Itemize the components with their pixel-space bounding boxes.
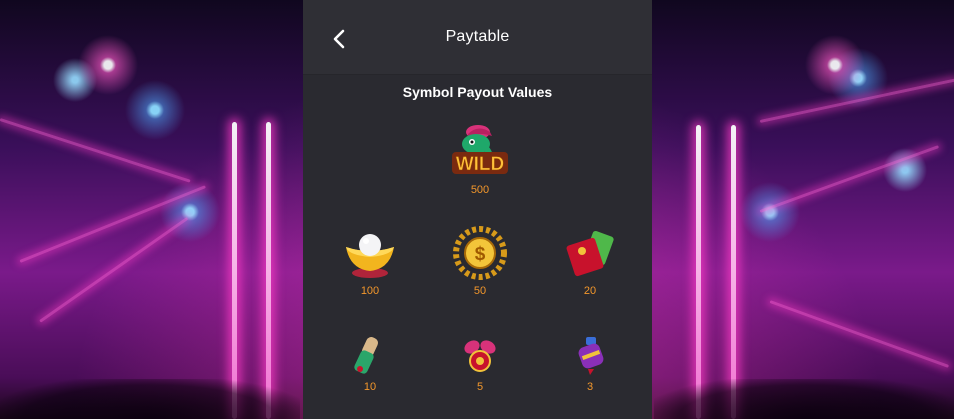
payout-value: 100 xyxy=(360,285,380,297)
gold-coin-chain-icon: $ xyxy=(453,226,507,280)
paytable-header: Paytable xyxy=(303,0,652,75)
payout-value: 10 xyxy=(363,381,377,393)
symbol-gold-ingot: 100 xyxy=(330,225,410,297)
crowd-silhouette xyxy=(654,379,954,419)
symbol-lantern: 3 xyxy=(550,333,630,393)
knot-charm-icon xyxy=(464,340,496,372)
symbol-red-envelope: 20 xyxy=(550,225,630,297)
symbol-wild: WILD 500 xyxy=(440,118,520,196)
light-beam xyxy=(232,122,237,419)
light-beam xyxy=(266,122,271,419)
lantern-icon xyxy=(578,337,604,375)
symbol-knot-charm: 5 xyxy=(440,333,520,393)
light-beam xyxy=(696,125,701,419)
chevron-left-icon xyxy=(333,29,345,49)
crowd-silhouette xyxy=(0,379,300,419)
firecracker-icon xyxy=(354,337,379,374)
payout-value: 500 xyxy=(470,184,490,196)
gold-ingot-pearl-icon xyxy=(346,234,394,278)
payout-value: 50 xyxy=(473,285,487,297)
svg-text:WILD: WILD xyxy=(456,154,505,175)
red-envelope-icon xyxy=(566,230,614,277)
svg-text:$: $ xyxy=(475,244,486,265)
paytable-panel: Paytable Symbol Payout Values WILD 500 1… xyxy=(303,0,652,419)
section-title: Symbol Payout Values xyxy=(402,84,553,100)
light-beam xyxy=(731,125,736,419)
payout-value: 3 xyxy=(586,381,594,393)
payout-value: 5 xyxy=(476,381,484,393)
wild-snake-icon: WILD xyxy=(452,125,508,175)
payout-value: 20 xyxy=(583,285,597,297)
symbol-firecracker: 10 xyxy=(330,333,410,393)
symbol-gold-coin: $ 50 xyxy=(440,225,520,297)
page-title: Paytable xyxy=(445,28,510,45)
back-button[interactable] xyxy=(327,24,351,54)
